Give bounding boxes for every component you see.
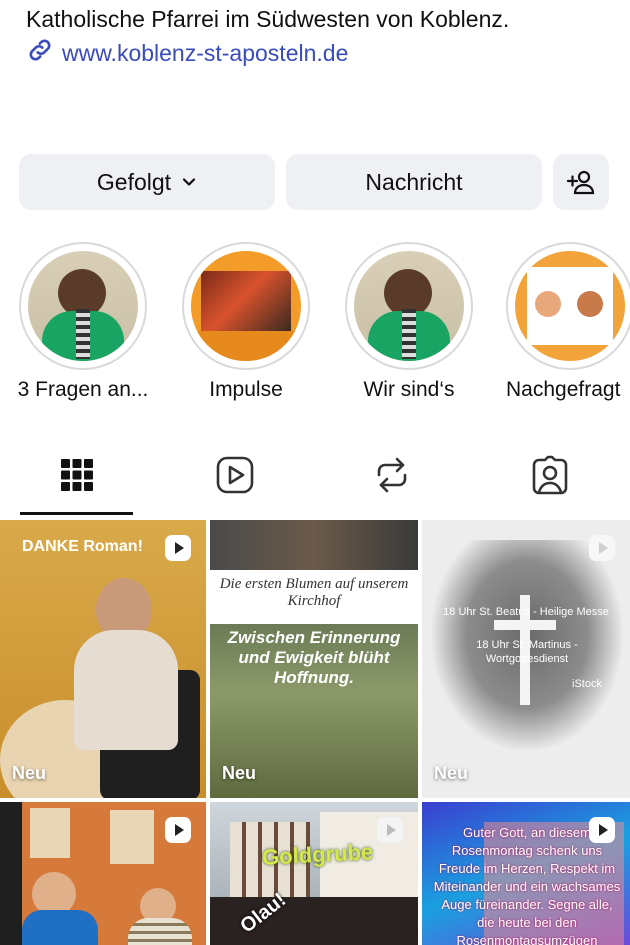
highlight-label: 3 Fragen an... xyxy=(17,378,149,401)
tab-posts[interactable] xyxy=(12,440,142,510)
profile-link[interactable]: www.koblenz-st-aposteln.de xyxy=(26,36,348,70)
reel-icon xyxy=(165,817,191,843)
post-tile[interactable]: 18 Uhr St. Beatus - Heilige Messe 18 Uhr… xyxy=(422,520,630,798)
highlight-label: Wir sind‘s xyxy=(363,378,455,401)
post-tile[interactable] xyxy=(0,802,206,945)
reels-icon xyxy=(216,456,254,494)
repost-icon xyxy=(377,457,407,493)
add-user-button[interactable] xyxy=(553,154,609,210)
reel-icon xyxy=(589,817,615,843)
active-tab-indicator xyxy=(20,512,133,515)
following-button[interactable]: Gefolgt xyxy=(19,154,275,210)
post-tile[interactable]: Die ersten Blumen auf unserem Kirchhof Z… xyxy=(210,520,418,798)
image-credit: iStock xyxy=(572,678,602,690)
reel-icon xyxy=(377,817,403,843)
profile-bio: Katholische Pfarrei im Südwesten von Kob… xyxy=(26,6,510,32)
highlight-label: Nachgefragt xyxy=(506,378,621,401)
chevron-down-icon xyxy=(182,178,196,186)
reel-icon xyxy=(589,535,615,561)
highlight-ring xyxy=(345,242,473,370)
highlight-thumbnail xyxy=(191,251,301,361)
highlight-label: Impulse xyxy=(209,378,283,401)
message-label: Nachricht xyxy=(365,168,463,195)
following-label: Gefolgt xyxy=(96,168,172,195)
post-overlay-text: DANKE Roman! xyxy=(22,538,143,555)
grid-icon xyxy=(61,459,93,491)
highlight-thumbnail xyxy=(28,251,138,361)
highlight-wir-sinds[interactable]: Wir sind‘s xyxy=(343,242,475,402)
highlight-3-fragen[interactable]: 3 Fragen an... xyxy=(17,242,149,402)
add-user-icon xyxy=(566,170,595,195)
post-overlay-text-2: 18 Uhr St. Martinus - Wortgottesdienst xyxy=(476,639,578,665)
highlight-ring xyxy=(182,242,310,370)
highlight-ring xyxy=(19,242,147,370)
post-overlay-text: Die ersten Blumen auf unserem Kirchhof xyxy=(219,576,409,609)
message-button[interactable]: Nachricht xyxy=(286,154,542,210)
tab-reels[interactable] xyxy=(170,440,300,510)
post-overlay-text-2: Zwischen Erinnerung und Ewigkeit blüht H… xyxy=(227,628,401,687)
highlight-impulse[interactable]: Impulse xyxy=(180,242,312,402)
post-tile[interactable]: Goldgrube Olau! xyxy=(210,802,418,945)
link-icon xyxy=(26,36,54,70)
profile-tabs xyxy=(0,440,630,516)
post-tile[interactable]: Guter Gott, an diesem Rosenmontag schenk… xyxy=(422,802,630,945)
profile-link-text[interactable]: www.koblenz-st-aposteln.de xyxy=(62,40,348,67)
reel-icon xyxy=(165,535,191,561)
highlight-nachgefragt[interactable]: Nachgefragt xyxy=(506,242,630,402)
new-badge: Neu xyxy=(222,763,257,783)
highlight-ring xyxy=(506,242,630,370)
tab-tagged[interactable] xyxy=(485,440,615,510)
post-overlay-text: 18 Uhr St. Beatus - Heilige Messe xyxy=(443,606,609,618)
highlight-thumbnail xyxy=(354,251,464,361)
new-badge: Neu xyxy=(434,763,469,783)
tagged-icon xyxy=(532,455,568,495)
post-tile[interactable]: DANKE Roman! Neu xyxy=(0,520,206,798)
highlight-thumbnail xyxy=(515,251,625,361)
post-grid: DANKE Roman! Neu Die ersten Blumen auf u… xyxy=(0,520,630,945)
tab-reposts[interactable] xyxy=(327,440,457,510)
new-badge: Neu xyxy=(12,763,47,783)
